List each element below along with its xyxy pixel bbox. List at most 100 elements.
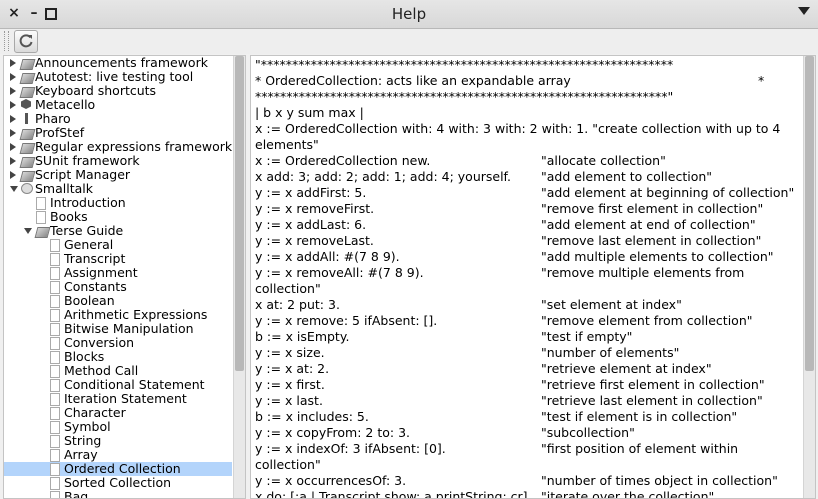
- tree-item-label: String: [64, 433, 102, 448]
- collapsed-arrow-icon[interactable]: [10, 59, 16, 67]
- tree-item[interactable]: Autotest: live testing tool: [4, 70, 232, 84]
- tree-item-label: Constants: [64, 279, 127, 294]
- tree-item[interactable]: Smalltalk: [4, 182, 232, 196]
- code-comment: "add element to collection": [541, 169, 713, 184]
- collapsed-arrow-icon[interactable]: [10, 73, 16, 81]
- tree-item[interactable]: Conditional Statement: [4, 378, 232, 392]
- code-text: x := OrderedCollection new.: [255, 153, 431, 168]
- book-icon: [19, 143, 36, 154]
- tree-item-label: General: [64, 237, 114, 252]
- header-line-text: "***************************************…: [255, 57, 674, 72]
- collapsed-arrow-icon[interactable]: [10, 87, 16, 95]
- tree-item[interactable]: Assignment: [4, 266, 232, 280]
- window-menu-icon[interactable]: [798, 7, 810, 15]
- tree-item[interactable]: Metacello: [4, 98, 232, 112]
- collapsed-arrow-icon[interactable]: [10, 157, 16, 165]
- tree-item[interactable]: Transcript: [4, 252, 232, 266]
- tree-item[interactable]: Regular expressions framework: [4, 140, 232, 154]
- tree-item[interactable]: Bag: [4, 489, 232, 499]
- code-line: collection": [255, 281, 795, 297]
- tree-item[interactable]: Terse Guide: [4, 224, 232, 238]
- page-icon: [50, 309, 60, 322]
- help-topics-tree[interactable]: Announcements framework Autotest: live te…: [3, 55, 246, 499]
- code-comment: "subcollection": [541, 425, 635, 440]
- book-icon: [19, 129, 36, 140]
- header-line: ****************************************…: [255, 89, 795, 105]
- code-text: | b x y sum max |: [255, 105, 364, 120]
- tree-item[interactable]: Constants: [4, 280, 232, 294]
- code-line: b := x isEmpty. "test if empty": [255, 329, 795, 345]
- tree-item[interactable]: Array: [4, 448, 232, 462]
- pharo-icon: [25, 113, 28, 124]
- tree-item-label: Announcements framework: [35, 55, 208, 70]
- tree-item-label: Smalltalk: [35, 181, 93, 196]
- tree-item[interactable]: Script Manager: [4, 168, 232, 182]
- page-icon: [50, 379, 60, 392]
- code-text: y := x addFirst: 5.: [255, 185, 367, 200]
- code-line: collection": [255, 457, 795, 473]
- code-comment: "remove last element in collection": [541, 233, 762, 248]
- tree-item-label: Transcript: [64, 251, 126, 266]
- page-icon: [50, 393, 60, 406]
- tree-item[interactable]: Bitwise Manipulation: [4, 322, 232, 336]
- code-comment: "set element at index": [541, 297, 682, 312]
- tree-item[interactable]: Symbol: [4, 420, 232, 434]
- tree-item-label: Bag: [64, 489, 89, 499]
- book-icon: [19, 171, 36, 182]
- tree-item[interactable]: Announcements framework: [4, 56, 232, 70]
- tree-item[interactable]: SUnit framework: [4, 154, 232, 168]
- tree-item-label: Terse Guide: [50, 223, 124, 238]
- tree-item-label: Metacello: [35, 97, 96, 112]
- code-comment: "add element at end of collection": [541, 217, 756, 232]
- tree-item[interactable]: Keyboard shortcuts: [4, 84, 232, 98]
- collapsed-arrow-icon[interactable]: [10, 129, 16, 137]
- code-line: y := x addAll: #(7 8 9). "add multiple el…: [255, 249, 795, 265]
- tree-item[interactable]: Method Call: [4, 364, 232, 378]
- code-text: y := x removeAll: #(7 8 9).: [255, 265, 424, 280]
- page-icon: [50, 463, 60, 476]
- code-text: x at: 2 put: 3.: [255, 297, 340, 312]
- code-line: | b x y sum max |: [255, 105, 795, 121]
- code-line: y := x remove: 5 ifAbsent: []. "remove el…: [255, 313, 795, 329]
- tree-item[interactable]: Arithmetic Expressions: [4, 308, 232, 322]
- tree-item[interactable]: Blocks: [4, 350, 232, 364]
- tree-item-label: Conditional Statement: [64, 377, 205, 392]
- collapsed-arrow-icon[interactable]: [10, 143, 16, 151]
- content-scrollbar-thumb[interactable]: [805, 56, 814, 371]
- tree-item[interactable]: String: [4, 434, 232, 448]
- help-content-pane[interactable]: "***************************************…: [250, 55, 816, 499]
- expanded-arrow-icon[interactable]: [24, 228, 32, 234]
- tree-item[interactable]: General: [4, 238, 232, 252]
- tree-scrollbar[interactable]: [233, 56, 245, 498]
- expanded-arrow-icon[interactable]: [10, 186, 18, 192]
- tree-scrollbar-thumb[interactable]: [235, 56, 244, 371]
- tree-item-label: Script Manager: [35, 167, 131, 182]
- tree-item[interactable]: Iteration Statement: [4, 392, 232, 406]
- collapsed-arrow-icon[interactable]: [10, 171, 16, 179]
- tree-item[interactable]: Character: [4, 406, 232, 420]
- code-line: y := x removeAll: #(7 8 9). "remove multi…: [255, 265, 795, 281]
- tree-item[interactable]: Introduction: [4, 196, 232, 210]
- content-scrollbar[interactable]: [803, 56, 815, 498]
- code-comment: "retrieve first element in collection": [541, 377, 765, 392]
- tree-item[interactable]: Sorted Collection: [4, 476, 232, 490]
- tree-item[interactable]: Boolean: [4, 294, 232, 308]
- tree-item[interactable]: Conversion: [4, 336, 232, 350]
- code-text: y := x at: 2.: [255, 361, 330, 376]
- tree-item[interactable]: Pharo: [4, 112, 232, 126]
- tree-item[interactable]: ProfStef: [4, 126, 232, 140]
- code-line: y := x addFirst: 5. "add element at begin…: [255, 185, 795, 201]
- refresh-button[interactable]: [14, 30, 38, 53]
- book-icon: [19, 87, 36, 98]
- collapsed-arrow-icon[interactable]: [10, 115, 16, 123]
- toolbar-grip-icon[interactable]: [4, 31, 9, 51]
- tree-item-label: Conversion: [64, 335, 135, 350]
- code-line: y := x last. "retrieve last element in co…: [255, 393, 795, 409]
- tree-item-label: Ordered Collection: [64, 461, 181, 476]
- tree-item[interactable]: Books: [4, 210, 232, 224]
- tree-item-label: Character: [64, 405, 126, 420]
- window-title: Help: [391, 5, 427, 23]
- collapsed-arrow-icon[interactable]: [10, 101, 16, 109]
- tree-item[interactable]: Ordered Collection: [4, 462, 232, 476]
- tree-item-label: Boolean: [64, 293, 115, 308]
